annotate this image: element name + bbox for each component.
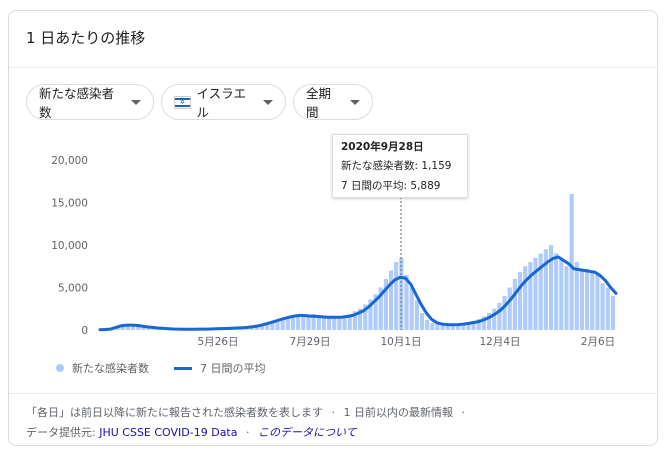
case-bar [306,315,311,330]
case-bar [409,287,414,330]
legend-cases-label: 新たな感染者数 [72,362,149,375]
data-provider-link[interactable]: JHU CSSE COVID-19 Data [99,426,237,439]
case-bar [528,262,533,330]
x-tick-label: 10月1日 [380,336,421,348]
case-bar [523,266,528,330]
footer-update-info: 1 日前以内の最新情報 [343,406,454,419]
case-bar [497,302,502,330]
case-bar [512,279,517,330]
case-bar [517,272,523,330]
footer-note-row: 「各日」は前日以降に新たに報告された感染者数を表します · 1 日前以内の最新情… [26,404,465,420]
footer-note: 「各日」は前日以降に新たに報告された感染者数を表します [26,406,323,419]
cases-chart: 20,000 15,000 10,000 5,000 0 5月26日 7月29日 10月1日… [51,155,618,348]
y-tick-label: 20,000 [51,155,88,167]
tooltip-cases: 新たな感染者数: 1,159 [341,160,452,172]
case-bar [605,287,610,330]
case-bar [579,270,585,330]
case-bar [419,313,425,330]
case-bar [595,274,600,330]
case-bar [533,257,538,330]
legend-item-average: 7 日間の平均 [174,360,266,376]
legend-line-icon [174,366,192,370]
case-bar [394,262,399,330]
x-tick-label: 12月4日 [479,336,520,348]
case-bar [425,319,430,330]
y-tick-label: 10,000 [51,240,88,252]
case-bar [435,324,440,330]
footer-separator: · [246,426,250,439]
case-bar [574,262,579,330]
legend-average-label: 7 日間の平均 [200,362,266,375]
case-bar [559,257,564,330]
case-bar [502,296,507,330]
y-tick-label: 5,000 [58,283,88,295]
about-data-link[interactable]: このデータについて [258,426,357,439]
y-tick-label: 15,000 [51,198,88,210]
case-bar [414,300,419,330]
x-tick-label: 7月29日 [289,336,330,348]
case-bar [430,323,435,330]
case-bar [610,296,615,330]
tooltip: 2020年9月28日 新たな感染者数: 1,159 7 日間の平均: 5,889 [332,134,468,198]
case-bar [600,283,605,330]
footer-source-row: データ提供元: JHU CSSE COVID-19 Data · このデータにつ… [26,424,357,440]
case-bar [388,270,394,330]
case-bar [554,253,559,330]
case-bar [327,318,332,330]
footer-provider-label: データ提供元: [26,426,96,439]
footer-separator: · [461,406,466,419]
case-bar [585,268,590,330]
legend-dot-icon [56,364,64,372]
y-tick-label: 0 [81,325,88,337]
case-bar [337,317,342,330]
case-bar [564,266,569,330]
tooltip-date: 2020年9月28日 [341,141,424,153]
case-bar [321,317,327,330]
legend-item-cases: 新たな感染者数 [56,360,149,376]
x-tick-label: 2月6日 [581,336,615,348]
case-bar [590,272,595,330]
case-bar [507,287,512,330]
x-tick-label: 5月26日 [197,336,238,348]
case-bar [569,194,574,330]
footer-separator: · [331,406,336,419]
tooltip-average: 7 日間の平均: 5,889 [341,180,441,192]
